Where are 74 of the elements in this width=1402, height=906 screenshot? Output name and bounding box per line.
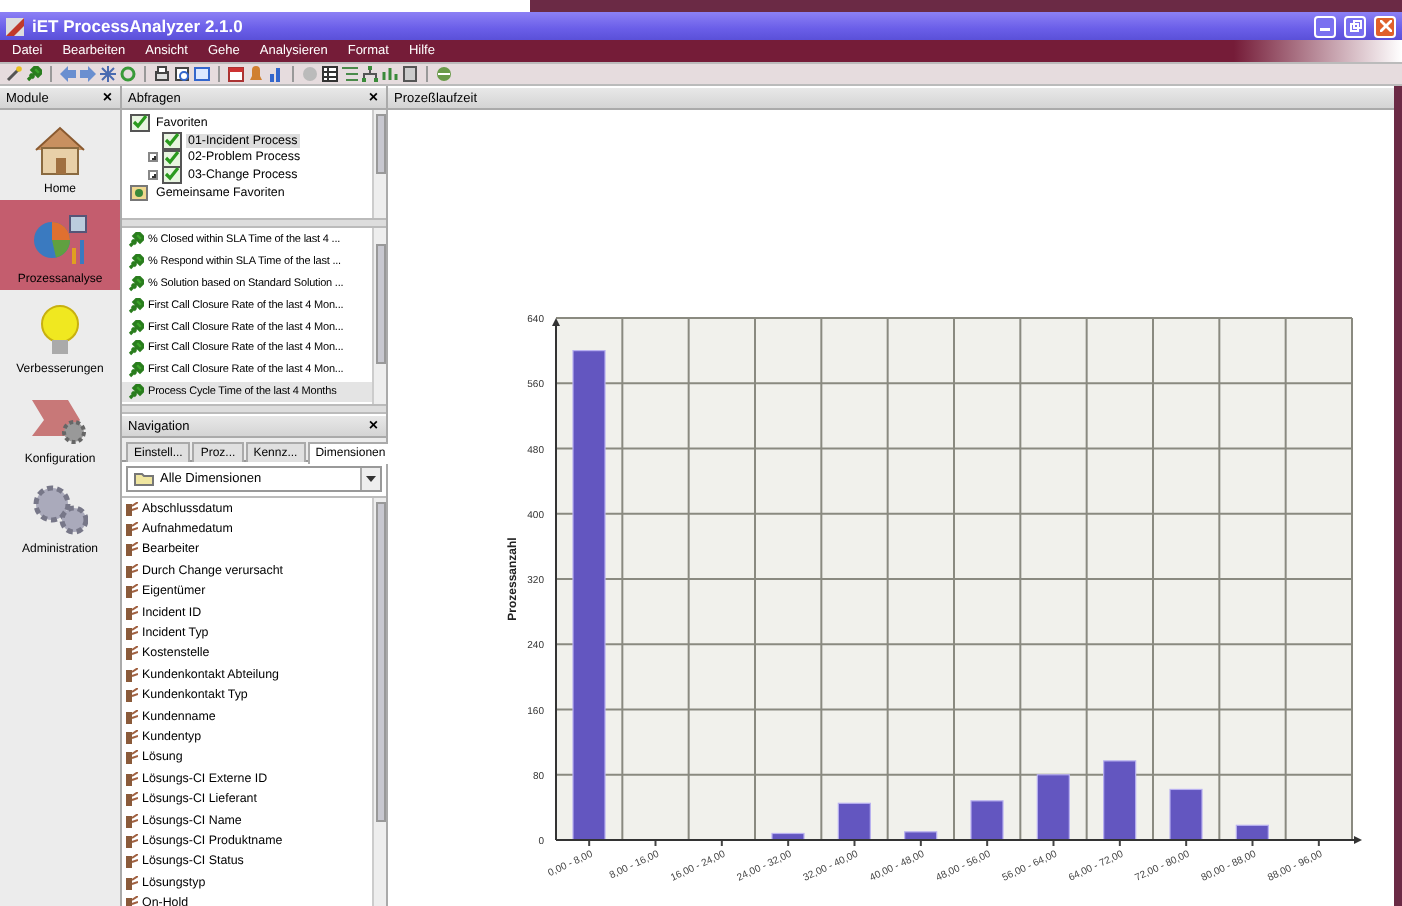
expand-toggle[interactable] [148, 170, 158, 181]
calendar-icon [228, 66, 244, 82]
grid-icon [322, 66, 338, 82]
restore-button[interactable] [1344, 15, 1366, 37]
dimension-icon [126, 646, 138, 661]
restore-icon [1349, 20, 1361, 32]
dimension-icon [126, 584, 138, 599]
pin-icon [128, 275, 144, 292]
dimension-icon [126, 875, 138, 890]
pin-icon [128, 362, 144, 379]
dimension-icon [126, 501, 138, 516]
close-button[interactable]: × [368, 418, 378, 434]
arrow-right-icon [80, 66, 96, 82]
check-folder-icon [162, 166, 182, 185]
wand-icon [6, 66, 22, 82]
histogram-bar [970, 800, 1004, 841]
app-icon [6, 17, 24, 35]
close-button[interactable]: × [102, 90, 112, 106]
check-folder-icon [130, 113, 150, 132]
histogram-bar [1169, 788, 1203, 841]
check-folder-icon [162, 131, 182, 150]
dimension-icon [126, 667, 138, 682]
dimension-icon [126, 833, 138, 848]
histogram-bar [771, 832, 805, 841]
pin-icon [26, 66, 42, 82]
dimension-icon [126, 563, 138, 578]
minimize-button[interactable] [1314, 15, 1336, 37]
dimension-icon [126, 771, 138, 786]
arrow-left-icon [60, 66, 76, 82]
histogram-bar [1103, 760, 1137, 841]
scrollbar[interactable] [372, 498, 386, 906]
pin-icon [128, 254, 144, 271]
histogram-bar [904, 831, 938, 841]
dimension-icon [126, 813, 138, 828]
histogram-bar [837, 802, 871, 841]
gears-icon [32, 482, 88, 538]
check-folder-icon [162, 149, 182, 167]
window-title: iET ProcessAnalyzer 2.1.0 [32, 16, 245, 36]
dimension-icon [126, 605, 138, 620]
pin-icon [128, 232, 144, 249]
scrollbar[interactable] [372, 228, 386, 404]
dimension-icon [126, 854, 138, 869]
dimension-icon [126, 896, 138, 906]
dimension-icon [126, 626, 138, 641]
close-button[interactable]: × [368, 90, 378, 106]
print-preview-icon [174, 66, 190, 82]
close-icon [1379, 20, 1391, 32]
bell-icon [248, 66, 264, 82]
dimension-icon [126, 542, 138, 557]
pin-icon [128, 319, 144, 336]
folder-icon [134, 472, 154, 486]
pin-icon [128, 383, 144, 400]
histogram-bar [1036, 774, 1070, 841]
dimension-icon [126, 729, 138, 744]
shared-folder-icon [130, 184, 150, 203]
pie-chart-icon [32, 212, 88, 268]
expand-toggle[interactable] [148, 152, 158, 163]
pin-icon [128, 297, 144, 314]
dimension-icon [126, 709, 138, 724]
dimension-icon [126, 792, 138, 807]
chart-icon [382, 66, 398, 82]
window-icon [194, 66, 210, 82]
close-button[interactable] [1374, 15, 1396, 37]
dimension-icon [126, 750, 138, 765]
snowflake-icon [100, 66, 116, 82]
bar-chart-icon [268, 66, 284, 82]
pin-icon [128, 340, 144, 357]
list-icon [342, 66, 358, 82]
hierarchy-icon [362, 66, 378, 82]
dimension-icon [126, 688, 138, 703]
dropdown-arrow-icon [366, 476, 376, 482]
house-icon [32, 122, 88, 178]
dimension-icon [126, 522, 138, 537]
scrollbar[interactable] [372, 110, 386, 218]
